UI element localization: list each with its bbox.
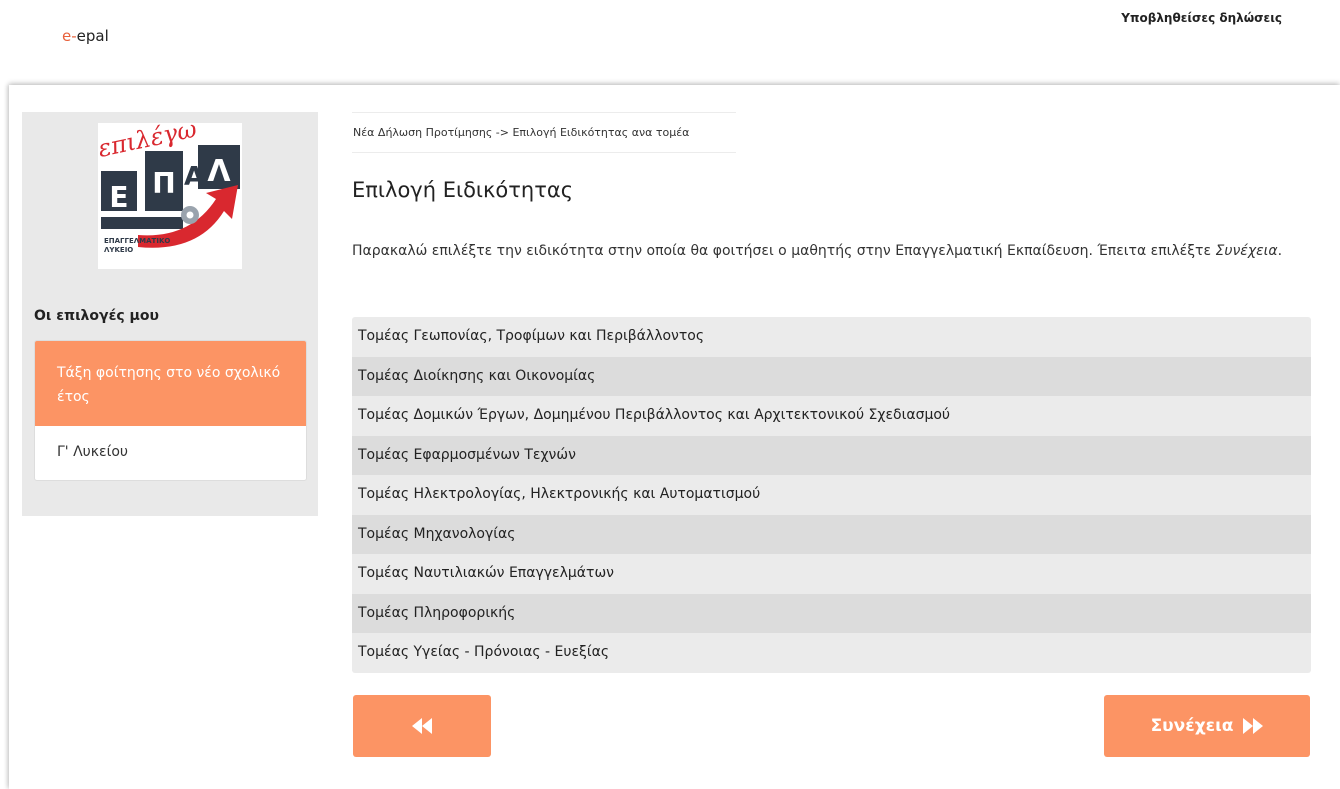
logo-letter-a: Α <box>184 162 204 192</box>
logo-caption-2: ΛΥΚΕΙΟ <box>104 246 133 254</box>
logo-letter-p: Π <box>152 167 175 200</box>
sector-item-maritime[interactable]: Τομέας Ναυτιλιακών Επαγγελμάτων <box>352 554 1311 594</box>
fast-forward-icon <box>1243 718 1264 734</box>
sector-item-mechanical[interactable]: Τομέας Μηχανολογίας <box>352 514 1311 554</box>
brand-logo[interactable]: e-epal <box>62 27 109 45</box>
instructions-emphasis: Συνέχεια <box>1215 243 1278 259</box>
sector-item-health[interactable]: Τομέας Υγείας - Πρόνοιας - Ευεξίας <box>352 633 1311 673</box>
breadcrumb: Νέα Δήλωση Προτίμησης -> Επιλογή Ειδικότ… <box>352 112 736 153</box>
my-choices-heading: Οι επιλογές μου <box>34 308 159 324</box>
sector-item-construction[interactable]: Τομέας Δομικών Έργων, Δομημένου Περιβάλλ… <box>352 396 1311 436</box>
top-bar: e-epal Υποβληθείσες δηλώσεις <box>0 0 1340 80</box>
instructions-end: . <box>1277 243 1283 259</box>
instructions-main: Παρακαλώ επιλέξτε την ειδικότητα στην οπ… <box>352 243 1216 259</box>
sector-item-applied-arts[interactable]: Τομέας Εφαρμοσμένων Τεχνών <box>352 435 1311 475</box>
sector-item-informatics[interactable]: Τομέας Πληροφορικής <box>352 593 1311 633</box>
choice-value: Γ' Λυκείου <box>57 444 128 460</box>
logo-caption-1: ΕΠΑΓΓΕΛΜΑΤΙΚΟ <box>104 237 170 245</box>
sector-list: Τομέας Γεωπονίας, Τροφίμων και Περιβάλλο… <box>352 317 1311 673</box>
continue-label: Συνέχεια <box>1150 716 1234 736</box>
sector-item-agriculture[interactable]: Τομέας Γεωπονίας, Τροφίμων και Περιβάλλο… <box>352 317 1311 357</box>
epal-logo: Ε Π Α Λ επιλέγω ΕΠΑΓΓΕΛΜΑΤΙΚΟ ΛΥΚΕΙΟ <box>98 123 242 269</box>
sidebar: Ε Π Α Λ επιλέγω ΕΠΑΓΓΕΛΜΑΤΙΚΟ ΛΥΚΕΙΟ Οι … <box>22 112 318 516</box>
instructions-text: Παρακαλώ επιλέξτε την ειδικότητα στην οπ… <box>352 233 1311 270</box>
sector-item-electrical[interactable]: Τομέας Ηλεκτρολογίας, Ηλεκτρονικής και Α… <box>352 475 1311 515</box>
submitted-declarations-link[interactable]: Υποβληθείσες δηλώσεις <box>1121 11 1282 25</box>
sector-item-administration[interactable]: Τομέας Διοίκησης και Οικονομίας <box>352 356 1311 396</box>
choice-header: Τάξη φοίτησης στο νέο σχολικό έτος <box>35 341 306 426</box>
brand-name: epal <box>76 27 109 45</box>
continue-button[interactable]: Συνέχεια <box>1104 695 1310 757</box>
choice-panel: Τάξη φοίτησης στο νέο σχολικό έτος Γ' Λυ… <box>34 340 307 481</box>
logo-letter-l: Λ <box>207 154 231 189</box>
brand-prefix: e- <box>62 27 77 45</box>
fast-backward-icon <box>412 718 432 734</box>
page-title: Επιλογή Ειδικότητας <box>352 178 574 202</box>
back-button[interactable] <box>353 695 491 757</box>
logo-letter-e: Ε <box>109 181 128 214</box>
